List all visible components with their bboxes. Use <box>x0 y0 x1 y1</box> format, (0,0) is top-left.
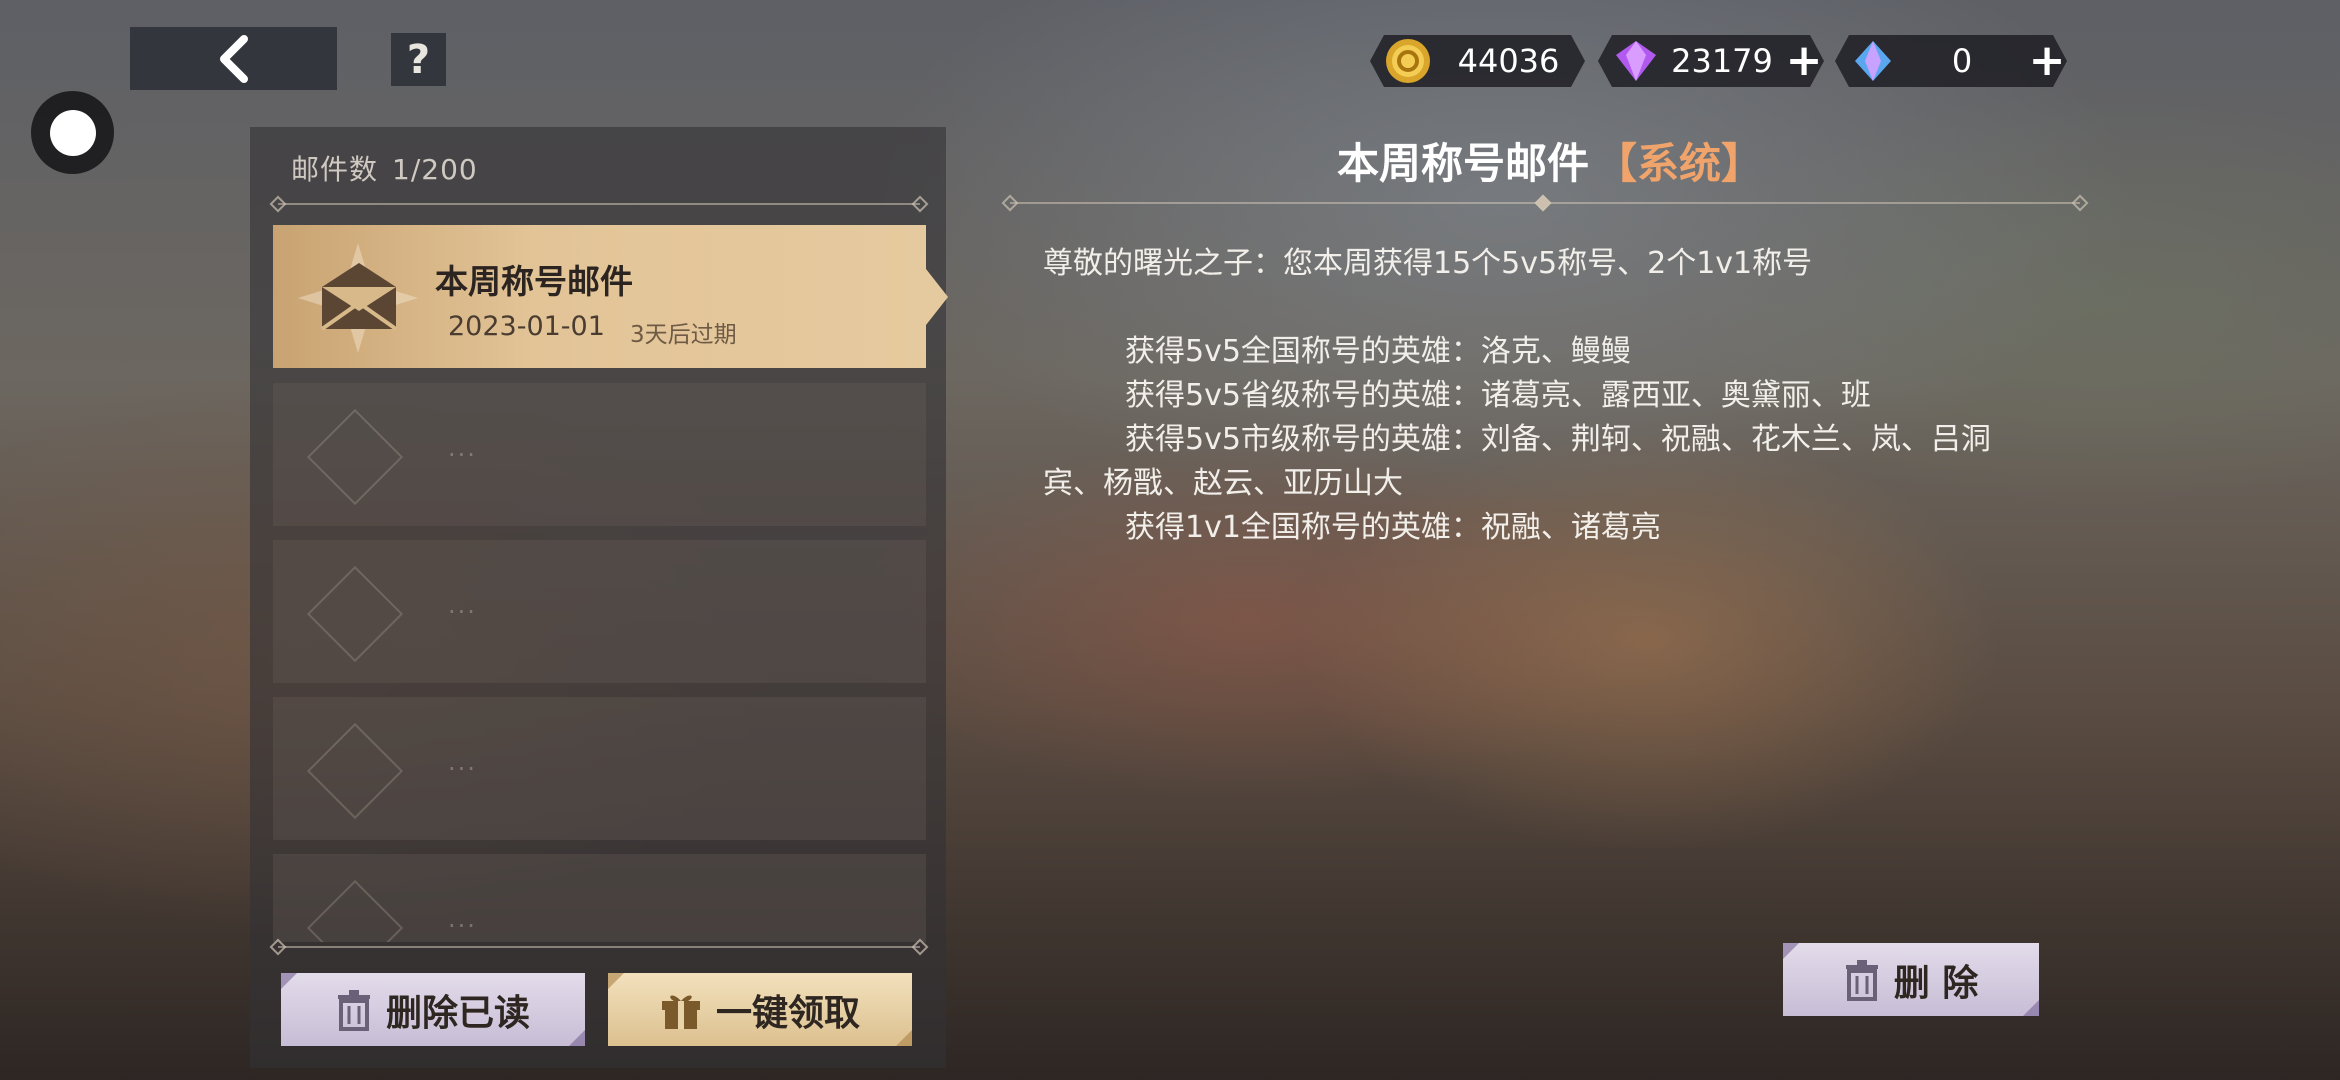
mail-line: 获得1v1全国称号的英雄：祝融、诸葛亮 <box>1125 510 1661 545</box>
list-top-divider <box>278 203 920 205</box>
currency-diamond: 23179 + <box>1598 35 1824 87</box>
system-tag: 【系统】 <box>1595 139 1764 188</box>
mail-slot-empty: ··· <box>273 383 926 526</box>
diamond-value: 23179 <box>1671 42 1773 80</box>
mail-line: 获得5v5省级称号的英雄：诸葛亮、露西亚、奥黛丽、班 <box>1125 378 1871 413</box>
mail-count: 邮件数 1/200 <box>291 148 478 188</box>
mail-expire: 3天后过期 <box>630 322 737 348</box>
mail-count-value: 1/200 <box>392 153 478 186</box>
mail-item-selected[interactable]: 本周称号邮件 2023-01-01 3天后过期 <box>273 225 948 368</box>
mail-body: 尊敬的曙光之子：您本周获得15个5v5称号、2个1v1称号 获得5v5全国称号的… <box>1043 242 2043 550</box>
mail-line: 获得5v5市级称号的英雄：刘备、荆轲、祝融、花木兰、岚、吕洞宾、杨戬、赵云、亚历… <box>1043 422 1991 501</box>
blue-crystal-icon <box>1849 37 1897 85</box>
delete-label: 删 除 <box>1893 962 1979 1004</box>
slot-dots: ··· <box>448 598 477 626</box>
add-crystal-button[interactable]: + <box>2027 39 2067 83</box>
mail-greeting: 尊敬的曙光之子：您本周获得15个5v5称号、2个1v1称号 <box>1043 246 1813 281</box>
claim-all-label: 一键领取 <box>715 992 860 1034</box>
mail-count-label: 邮件数 <box>291 153 379 186</box>
mail-slot-empty: ··· <box>273 697 926 840</box>
mail-slot-empty: ··· <box>273 540 926 683</box>
trash-icon <box>1845 959 1878 1001</box>
gold-coin-icon <box>1384 37 1432 85</box>
slot-dots: ··· <box>448 755 477 783</box>
record-dot-icon <box>49 109 96 156</box>
selected-arrow <box>926 269 948 325</box>
slot-dots: ··· <box>448 441 477 469</box>
mail-title: 本周称号邮件 <box>435 262 633 301</box>
mail-detail-title: 本周称号邮件 【系统】 <box>1000 130 2100 191</box>
help-button[interactable]: ? <box>391 33 446 86</box>
empty-slot-icon <box>306 408 404 506</box>
mail-date: 2023-01-01 <box>448 311 605 342</box>
empty-slot-icon <box>306 879 404 942</box>
mail-slot-empty: ··· <box>273 854 926 942</box>
divider-end-right <box>2071 194 2089 212</box>
add-diamond-button[interactable]: + <box>1784 39 1824 83</box>
divider-center-ornament <box>1534 194 1552 212</box>
divider-end-left <box>1001 194 1019 212</box>
list-bottom-divider <box>278 946 920 948</box>
crystal-value: 0 <box>1951 42 1973 80</box>
back-button[interactable] <box>130 27 337 90</box>
currency-crystal: 0 + <box>1835 35 2067 87</box>
gift-icon <box>661 995 700 1029</box>
empty-slot-icon <box>306 722 404 820</box>
currency-gold: 44036 <box>1370 35 1585 87</box>
delete-read-button[interactable]: 删除已读 <box>281 973 585 1046</box>
delete-read-label: 删除已读 <box>385 992 530 1034</box>
screen-record-button[interactable] <box>31 91 114 174</box>
purple-diamond-icon <box>1612 37 1660 85</box>
envelope-icon <box>320 263 398 331</box>
trash-icon <box>337 989 370 1031</box>
delete-button[interactable]: 删 除 <box>1783 943 2039 1016</box>
mail-line: 获得5v5全国称号的英雄：洛克、鳗鳗 <box>1125 334 1631 369</box>
empty-slot-icon <box>306 565 404 663</box>
claim-all-button[interactable]: 一键领取 <box>608 973 912 1046</box>
gold-value: 44036 <box>1457 42 1560 80</box>
chevron-left-icon <box>219 34 248 83</box>
detail-title-text: 本周称号邮件 <box>1336 139 1589 188</box>
slot-dots: ··· <box>448 912 477 940</box>
